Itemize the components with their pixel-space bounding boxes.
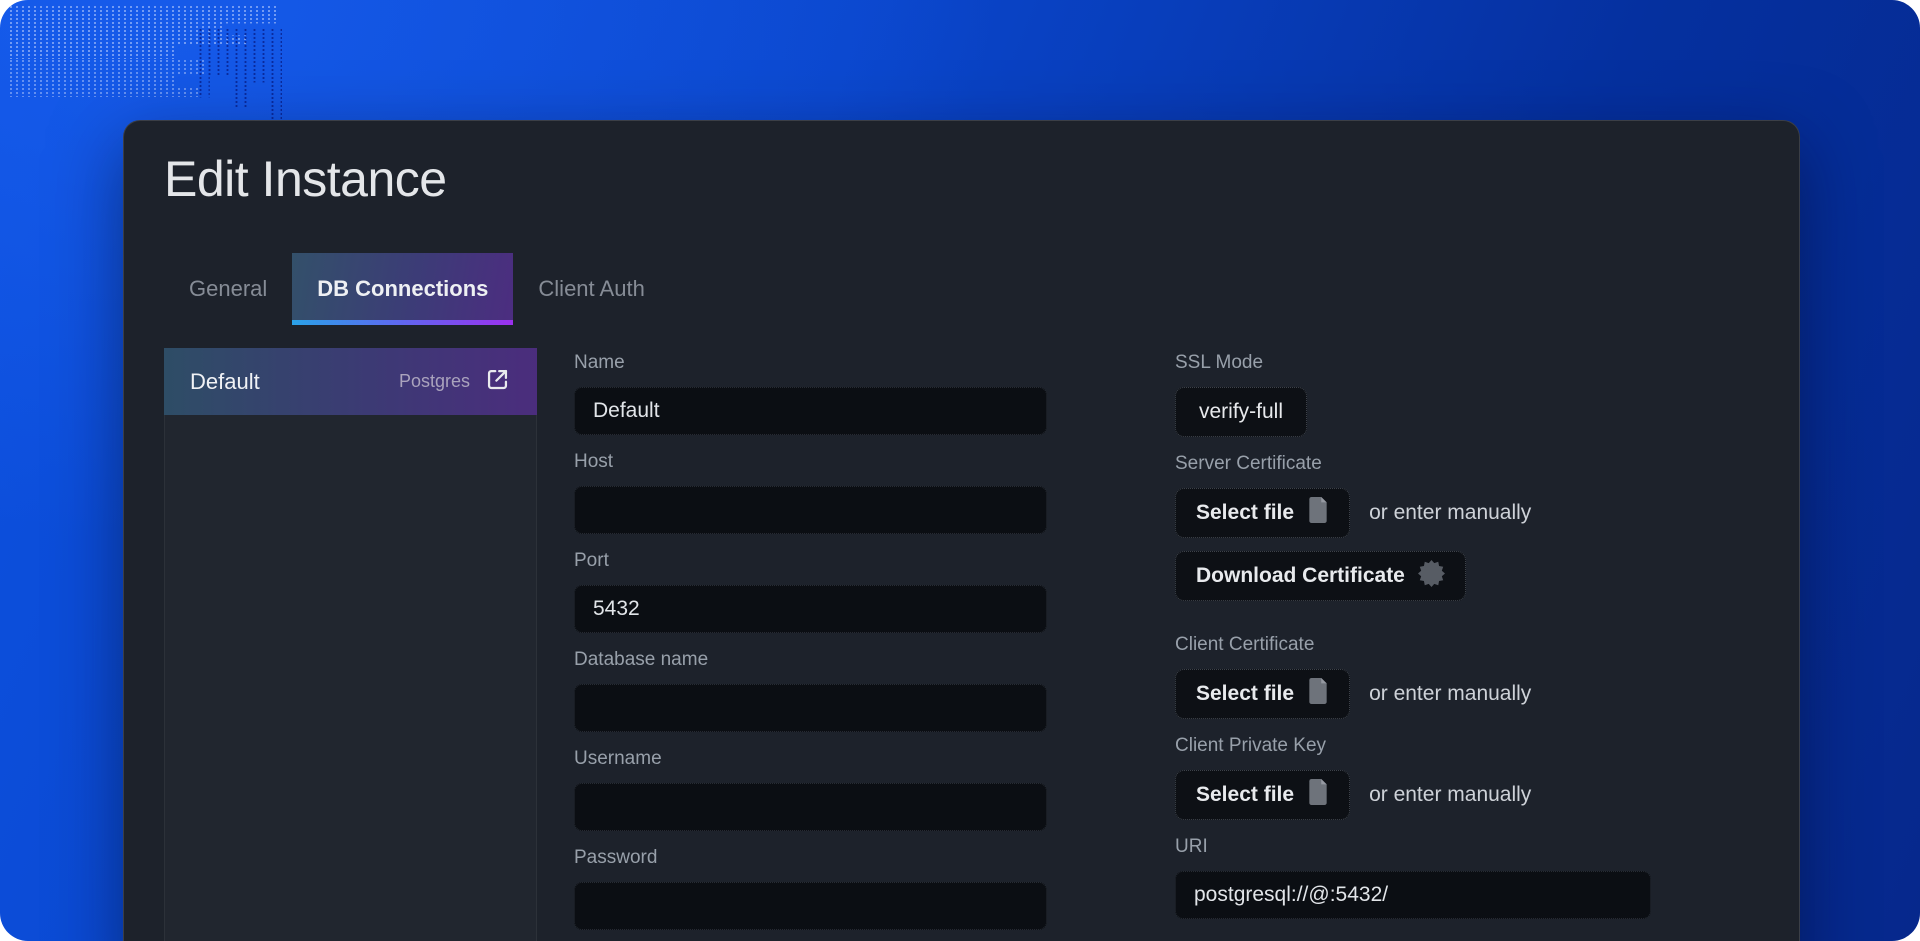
download-certificate-label: Download Certificate (1196, 564, 1405, 588)
username-label: Username (574, 748, 1047, 770)
file-icon (1307, 779, 1329, 811)
host-input[interactable] (574, 486, 1047, 534)
client-cert-manual-link[interactable]: or enter manually (1369, 682, 1531, 706)
glitch-pattern (8, 5, 280, 59)
port-input[interactable] (574, 585, 1047, 633)
server-cert-manual-link[interactable]: or enter manually (1369, 501, 1531, 525)
tab-general[interactable]: General (164, 253, 292, 325)
client-private-key-label: Client Private Key (1175, 735, 1651, 757)
connection-type-label: Postgres (399, 371, 470, 392)
select-file-label: Select file (1196, 501, 1294, 525)
name-label: Name (574, 352, 1047, 374)
client-cert-select-file-button[interactable]: Select file (1175, 669, 1350, 719)
external-link-icon[interactable] (484, 366, 511, 398)
tab-client-auth[interactable]: Client Auth (513, 253, 669, 325)
host-label: Host (574, 451, 1047, 473)
page-title: Edit Instance (164, 151, 1759, 207)
tab-bar: General DB Connections Client Auth (164, 253, 1759, 325)
password-label: Password (574, 847, 1047, 869)
ssl-mode-label: SSL Mode (1175, 352, 1651, 374)
client-key-manual-link[interactable]: or enter manually (1369, 783, 1531, 807)
server-certificate-label: Server Certificate (1175, 453, 1651, 475)
ssl-mode-button[interactable]: verify-full (1175, 387, 1307, 437)
database-name-input[interactable] (574, 684, 1047, 732)
file-icon (1307, 678, 1329, 710)
connection-form: Name Host Port Database name (574, 348, 1651, 941)
connection-list-empty-area (164, 415, 537, 941)
connection-name: Default (190, 369, 260, 395)
file-icon (1307, 497, 1329, 529)
connection-list: Default Postgres (164, 348, 537, 941)
uri-input[interactable] (1175, 871, 1651, 919)
database-name-label: Database name (574, 649, 1047, 671)
app-background: Edit Instance General DB Connections Cli… (0, 0, 1920, 941)
glitch-pattern (8, 59, 206, 97)
connection-item-default[interactable]: Default Postgres (164, 348, 537, 415)
select-file-label: Select file (1196, 682, 1294, 706)
dialog-content: Default Postgres (164, 348, 1759, 941)
select-file-label: Select file (1196, 783, 1294, 807)
client-certificate-label: Client Certificate (1175, 634, 1651, 656)
name-input[interactable] (574, 387, 1047, 435)
download-certificate-button[interactable]: Download Certificate (1175, 551, 1466, 601)
uri-label: URI (1175, 836, 1651, 858)
password-input[interactable] (574, 882, 1047, 930)
username-input[interactable] (574, 783, 1047, 831)
client-key-select-file-button[interactable]: Select file (1175, 770, 1350, 820)
tab-db-connections[interactable]: DB Connections (292, 253, 513, 325)
glitch-pattern (196, 28, 282, 122)
certificate-seal-icon (1418, 560, 1445, 593)
server-cert-select-file-button[interactable]: Select file (1175, 488, 1350, 538)
edit-instance-dialog: Edit Instance General DB Connections Cli… (123, 120, 1800, 941)
port-label: Port (574, 550, 1047, 572)
